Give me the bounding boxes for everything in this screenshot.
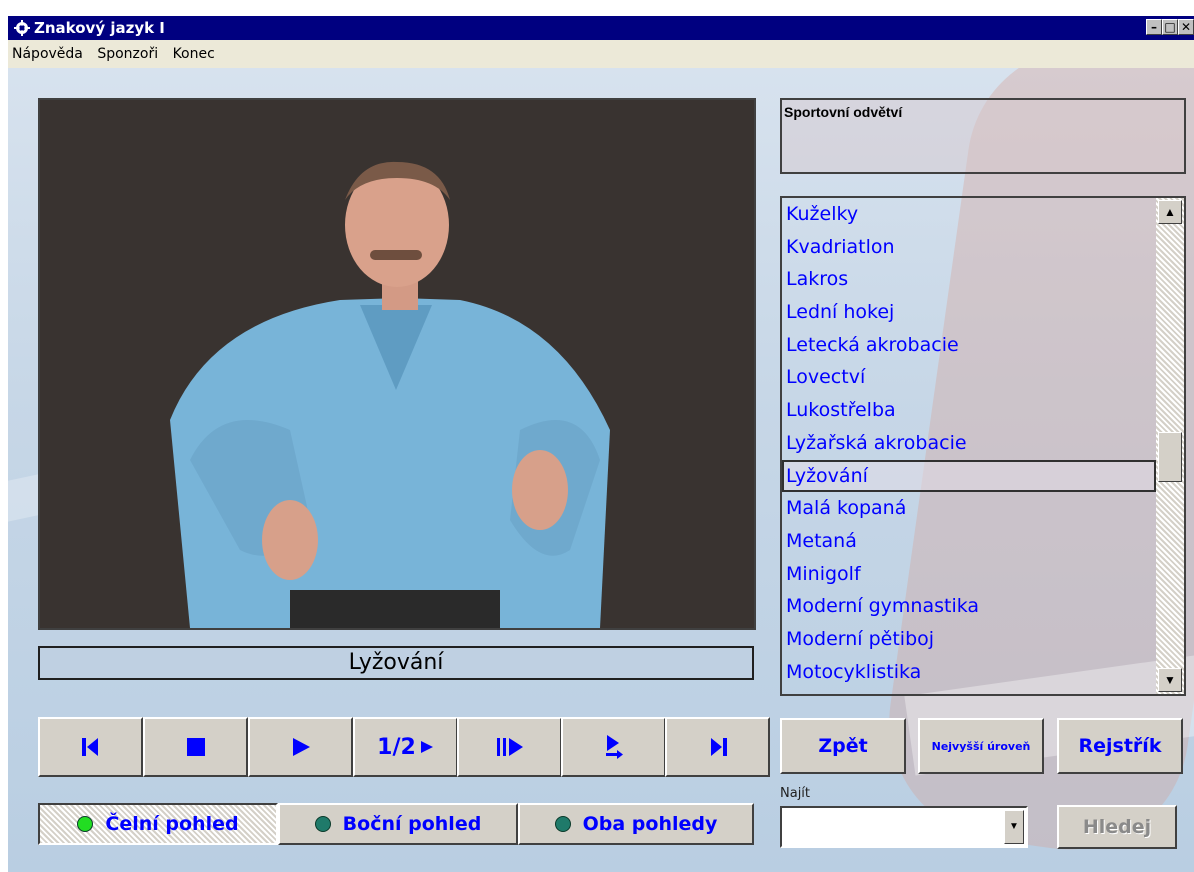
step-forward-button[interactable] — [457, 717, 562, 777]
chevron-down-icon[interactable]: ▼ — [1004, 810, 1024, 844]
skip-first-icon — [81, 738, 98, 756]
minimize-button[interactable]: – — [1146, 19, 1162, 35]
list-item[interactable]: Moderní pětiboj — [782, 623, 1156, 656]
scrollbar-thumb[interactable] — [1158, 432, 1182, 482]
menu-bar: Nápověda Sponzoři Konec — [8, 40, 1194, 68]
signer-video-image — [40, 100, 754, 628]
list-item[interactable]: Minigolf — [782, 558, 1156, 591]
step-forward-icon — [496, 738, 523, 756]
list-scrollbar[interactable]: ▲ ▼ — [1156, 198, 1184, 694]
list-item[interactable]: Lední hokej — [782, 296, 1156, 329]
list-item[interactable]: Kvadriatlon — [782, 231, 1156, 264]
find-input[interactable] — [784, 810, 1006, 846]
both-views-button[interactable]: Oba pohledy — [518, 803, 754, 845]
side-view-button[interactable]: Boční pohled — [278, 803, 518, 845]
half-speed-label: 1/2 — [377, 734, 416, 760]
top-level-button[interactable]: Nejvyšší úroveň — [918, 718, 1044, 774]
next-arrow-icon — [605, 735, 623, 759]
sign-list-items: Kuželky Kvadriatlon Lakros Lední hokej L… — [782, 198, 1156, 694]
list-item[interactable]: Lakros — [782, 263, 1156, 296]
side-view-label: Boční pohled — [342, 813, 482, 835]
list-item[interactable]: Malá kopaná — [782, 492, 1156, 525]
category-panel: Sportovní odvětví — [780, 98, 1186, 174]
led-off-icon — [314, 816, 331, 832]
front-view-label: Čelní pohled — [105, 813, 239, 835]
list-item[interactable]: Lovectví — [782, 361, 1156, 394]
list-item[interactable]: Lyžařská akrobacie — [782, 427, 1156, 460]
led-on-icon — [77, 816, 94, 832]
index-button[interactable]: Rejstřík — [1057, 718, 1183, 774]
menu-help[interactable]: Nápověda — [12, 46, 83, 62]
scroll-down-icon[interactable]: ▼ — [1158, 668, 1182, 692]
menu-sponsors[interactable]: Sponzoři — [97, 46, 158, 62]
last-button[interactable] — [665, 717, 770, 777]
scroll-up-icon[interactable]: ▲ — [1158, 200, 1182, 224]
play-icon — [292, 738, 310, 756]
stop-button[interactable] — [143, 717, 248, 777]
list-item-selected[interactable]: Lyžování — [782, 459, 1156, 493]
list-item[interactable]: Letecká akrobacie — [782, 329, 1156, 362]
half-speed-button[interactable]: 1/2 — [353, 717, 458, 777]
close-button[interactable]: ✕ — [1178, 19, 1194, 35]
window-title: Znakový jazyk I — [34, 19, 165, 37]
play-icon — [420, 741, 433, 753]
skip-last-icon — [710, 738, 727, 756]
led-off-icon — [554, 816, 571, 832]
category-title: Sportovní odvětví — [784, 104, 903, 120]
list-item[interactable]: Kuželky — [782, 198, 1156, 231]
front-view-button[interactable]: Čelní pohled — [38, 803, 278, 845]
app-gear-icon — [14, 20, 30, 36]
list-item[interactable]: Moderní gymnastika — [782, 590, 1156, 623]
find-combobox[interactable]: ▼ — [780, 806, 1028, 848]
both-views-label: Oba pohledy — [582, 813, 718, 835]
first-button[interactable] — [38, 717, 143, 777]
find-label: Najít — [780, 786, 811, 801]
app-window: Znakový jazyk I – □ ✕ Nápověda Sponzoři … — [8, 16, 1194, 872]
stop-icon — [186, 738, 205, 756]
maximize-button[interactable]: □ — [1162, 19, 1178, 35]
main-content: Lyžování 1/2 Čelní pohled Boční pohled O… — [8, 68, 1194, 872]
search-button[interactable]: Hledej — [1057, 805, 1177, 849]
sign-list[interactable]: Kuželky Kvadriatlon Lakros Lední hokej L… — [780, 196, 1186, 696]
next-step-button[interactable] — [561, 717, 666, 777]
title-bar[interactable]: Znakový jazyk I – □ ✕ — [8, 16, 1194, 40]
list-item[interactable]: Lukostřelba — [782, 394, 1156, 427]
play-button[interactable] — [248, 717, 353, 777]
sign-caption: Lyžování — [38, 646, 754, 680]
back-button[interactable]: Zpět — [780, 718, 906, 774]
video-player[interactable] — [38, 98, 756, 630]
list-item[interactable]: Metaná — [782, 525, 1156, 558]
menu-exit[interactable]: Konec — [173, 46, 215, 62]
list-item[interactable]: Motocyklistika — [782, 656, 1156, 689]
